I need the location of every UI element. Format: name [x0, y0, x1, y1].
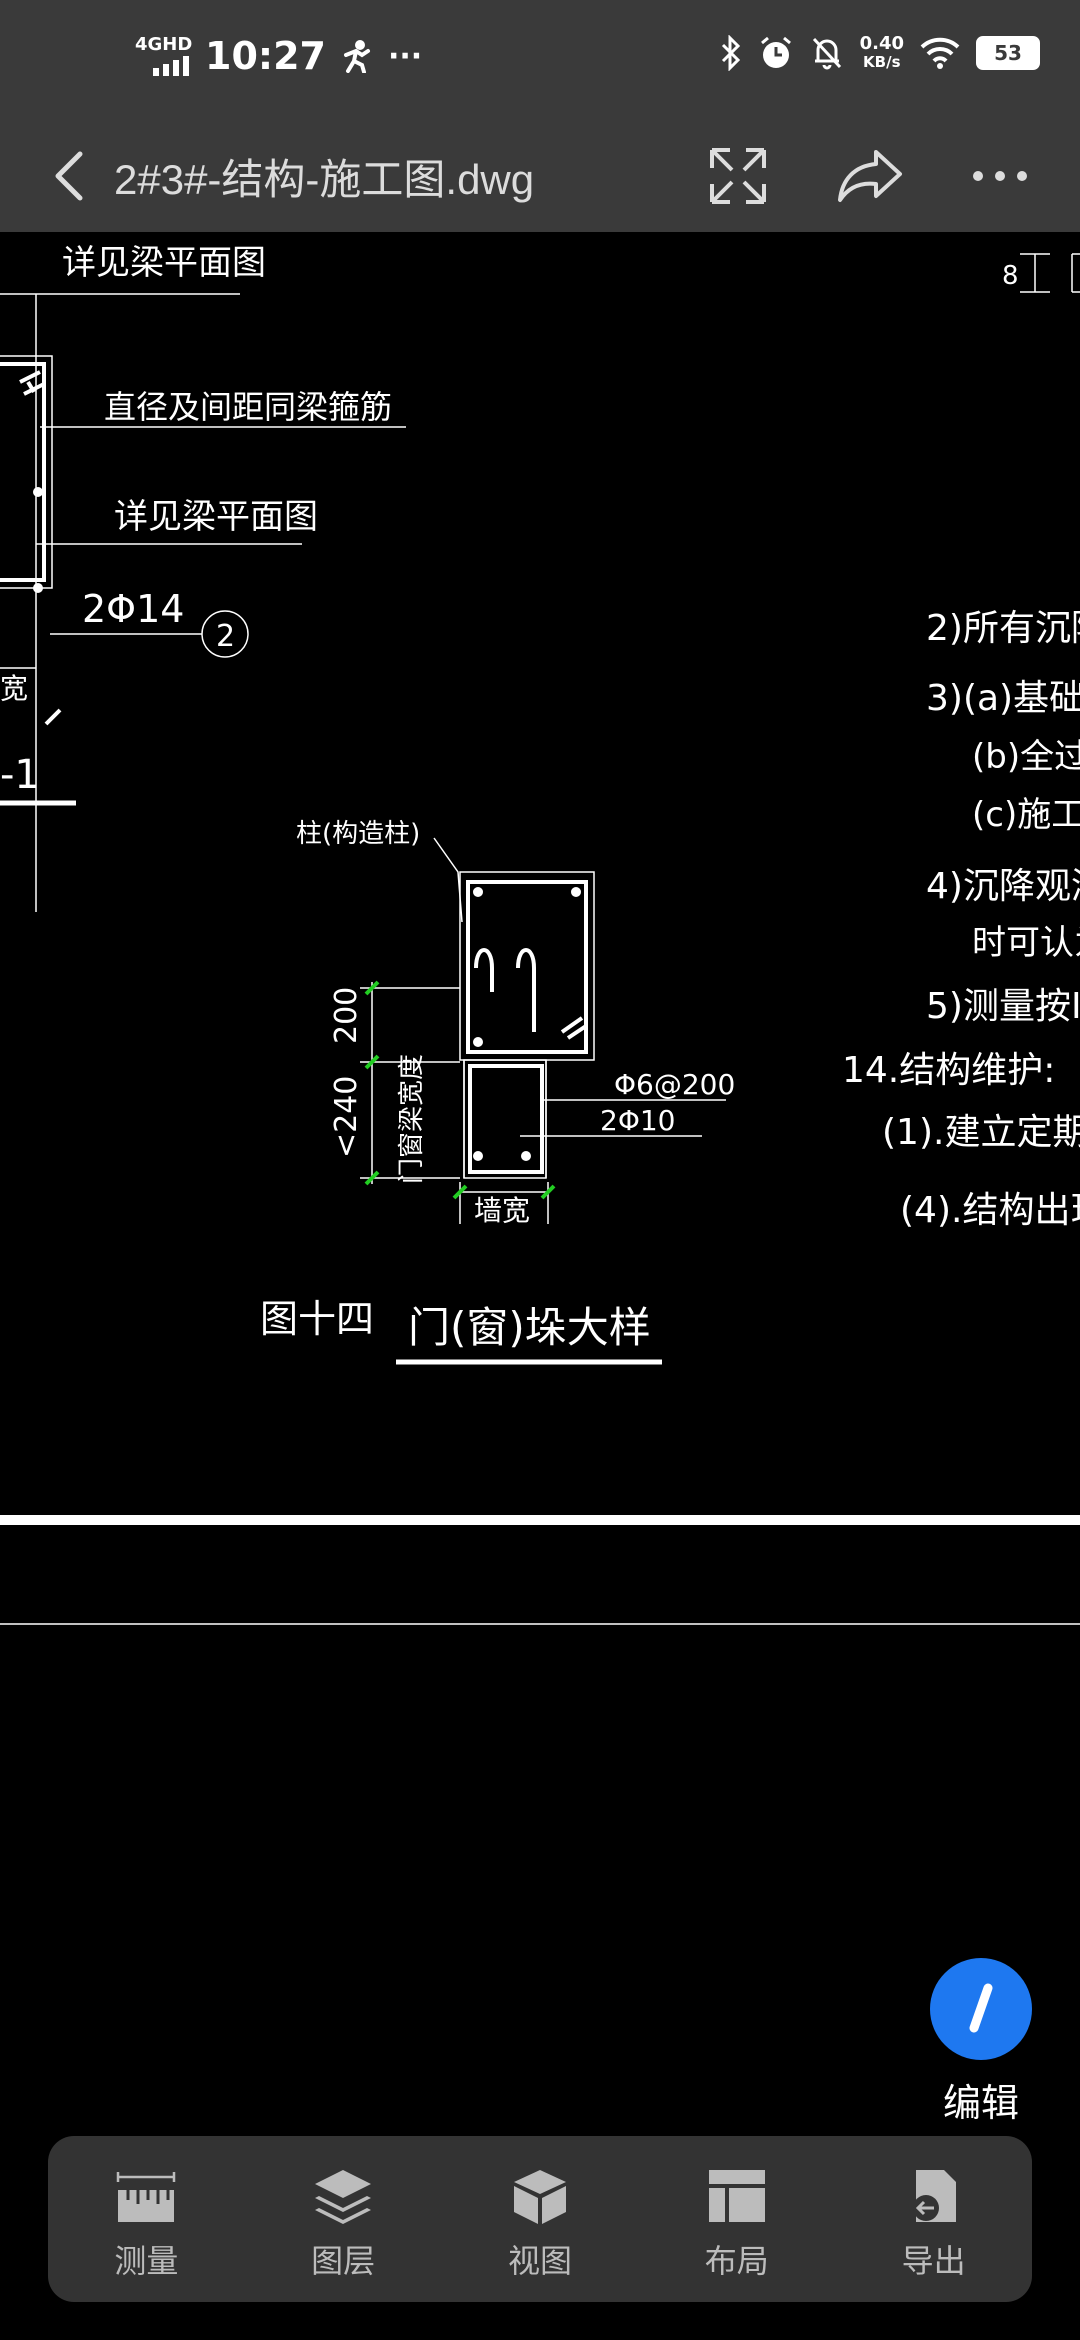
note-stirrup: 直径及间距同梁箍筋 — [104, 388, 392, 426]
layout-label: 布局 — [704, 2242, 769, 2280]
alarm-icon — [760, 36, 791, 68]
wall-width: 墙宽 — [474, 1194, 530, 1227]
note-line-7: 5)测量按Ⅱ级 — [926, 986, 1080, 1027]
note-line-5: 4)沉降观测 — [926, 866, 1080, 907]
bottom-toolbar: 测量 图层 视图 布局 导出 — [48, 2136, 1032, 2302]
clock: 10:27 — [205, 34, 326, 78]
more-status-icon: ··· — [387, 38, 423, 74]
figure-title: 门(窗)垛大样 — [408, 1303, 651, 1352]
export-label: 导出 — [901, 2242, 966, 2280]
net-speed-value: 0.40 — [859, 33, 904, 54]
net-speed: 0.40 KB/s — [860, 34, 904, 72]
cube-icon — [513, 2170, 566, 2224]
note-beam-plan-mid: 详见梁平面图 — [114, 497, 318, 537]
layers-label: 图层 — [311, 2242, 376, 2280]
layers-button[interactable]: 图层 — [263, 2136, 423, 2302]
layers-icon — [315, 2170, 372, 2224]
door-beam-height: 门窗梁宽度 — [397, 1054, 427, 1184]
drawing-canvas[interactable]: 详见梁平面图 直径及间距同梁箍筋 详见梁平面图 2Φ14 2 宽 -1 8 柱(… — [0, 232, 1080, 2340]
cellular-signal-icon: 4GHD — [135, 34, 193, 76]
more-options-icon[interactable] — [960, 136, 1040, 216]
share-icon[interactable] — [830, 136, 910, 216]
app-toolbar: 2#3#-结构-施工图.dwg — [0, 120, 1080, 232]
callout-marker-2: 2 — [216, 619, 235, 654]
ruler-icon — [117, 2172, 176, 2222]
network-type: 4GHD — [135, 34, 193, 55]
stirrup-spec: Φ6@200 — [614, 1068, 735, 1101]
wifi-icon — [920, 37, 960, 69]
fullscreen-icon[interactable] — [698, 136, 778, 216]
bluetooth-icon — [721, 35, 740, 71]
rebar-2phi10: 2Φ10 — [600, 1104, 675, 1137]
scale-mark: 8 — [1002, 261, 1019, 291]
note-line-8: 14.结构维护: — [842, 1050, 1055, 1091]
view-button[interactable]: 视图 — [460, 2136, 620, 2302]
layout-icon — [708, 2170, 765, 2222]
note-line-1: 2)所有沉降观 — [926, 608, 1080, 649]
net-speed-unit: KB/s — [863, 53, 901, 71]
document-title: 2#3#-结构-施工图.dwg — [114, 156, 535, 203]
cad-drawing: 详见梁平面图 直径及间距同梁箍筋 详见梁平面图 2Φ14 2 宽 -1 8 柱(… — [0, 243, 1080, 1625]
width-label-left: 宽 — [0, 672, 28, 705]
note-line-10: (4).结构出现 — [900, 1190, 1080, 1231]
status-left: 4GHD 10:27 ··· — [135, 34, 422, 78]
column-label: 柱(构造柱) — [296, 819, 420, 849]
export-icon — [912, 2170, 956, 2222]
note-line-9: (1).建立定期检测 — [882, 1112, 1080, 1153]
note-line-2: 3)(a)基础 — [926, 678, 1080, 719]
status-bar: 4GHD 10:27 ··· 0.40 KB/s 53 — [0, 0, 1080, 120]
rebar-2phi14: 2Φ14 — [82, 587, 184, 631]
dim-200: 200 — [329, 987, 364, 1044]
figure-number: 图十四 — [260, 1297, 374, 1341]
export-button[interactable]: 导出 — [854, 2136, 1014, 2302]
layout-button[interactable]: 布局 — [657, 2136, 817, 2302]
note-line-3: (b)全过 — [972, 737, 1080, 777]
section-label: -1 — [0, 752, 40, 798]
person-activity-icon — [343, 40, 370, 73]
measure-button[interactable]: 测量 — [66, 2136, 226, 2302]
status-right: 0.40 KB/s 53 — [720, 34, 1040, 72]
battery-level: 53 — [994, 41, 1022, 65]
note-beam-plan-top: 详见梁平面图 — [62, 243, 266, 283]
edit-button[interactable] — [930, 1958, 1032, 2060]
view-label: 视图 — [507, 2242, 572, 2280]
measure-label: 测量 — [114, 2242, 179, 2280]
mute-bell-icon — [812, 37, 841, 70]
dim-240: <240 — [329, 1076, 364, 1158]
edit-label[interactable]: 编辑 — [920, 2072, 1042, 2127]
note-line-6: 时可认为 — [972, 923, 1080, 963]
back-arrow-icon[interactable] — [40, 140, 110, 212]
note-line-4: (c)施工 — [972, 795, 1080, 835]
pencil-icon — [969, 1983, 993, 2033]
battery-icon: 53 — [976, 36, 1040, 70]
